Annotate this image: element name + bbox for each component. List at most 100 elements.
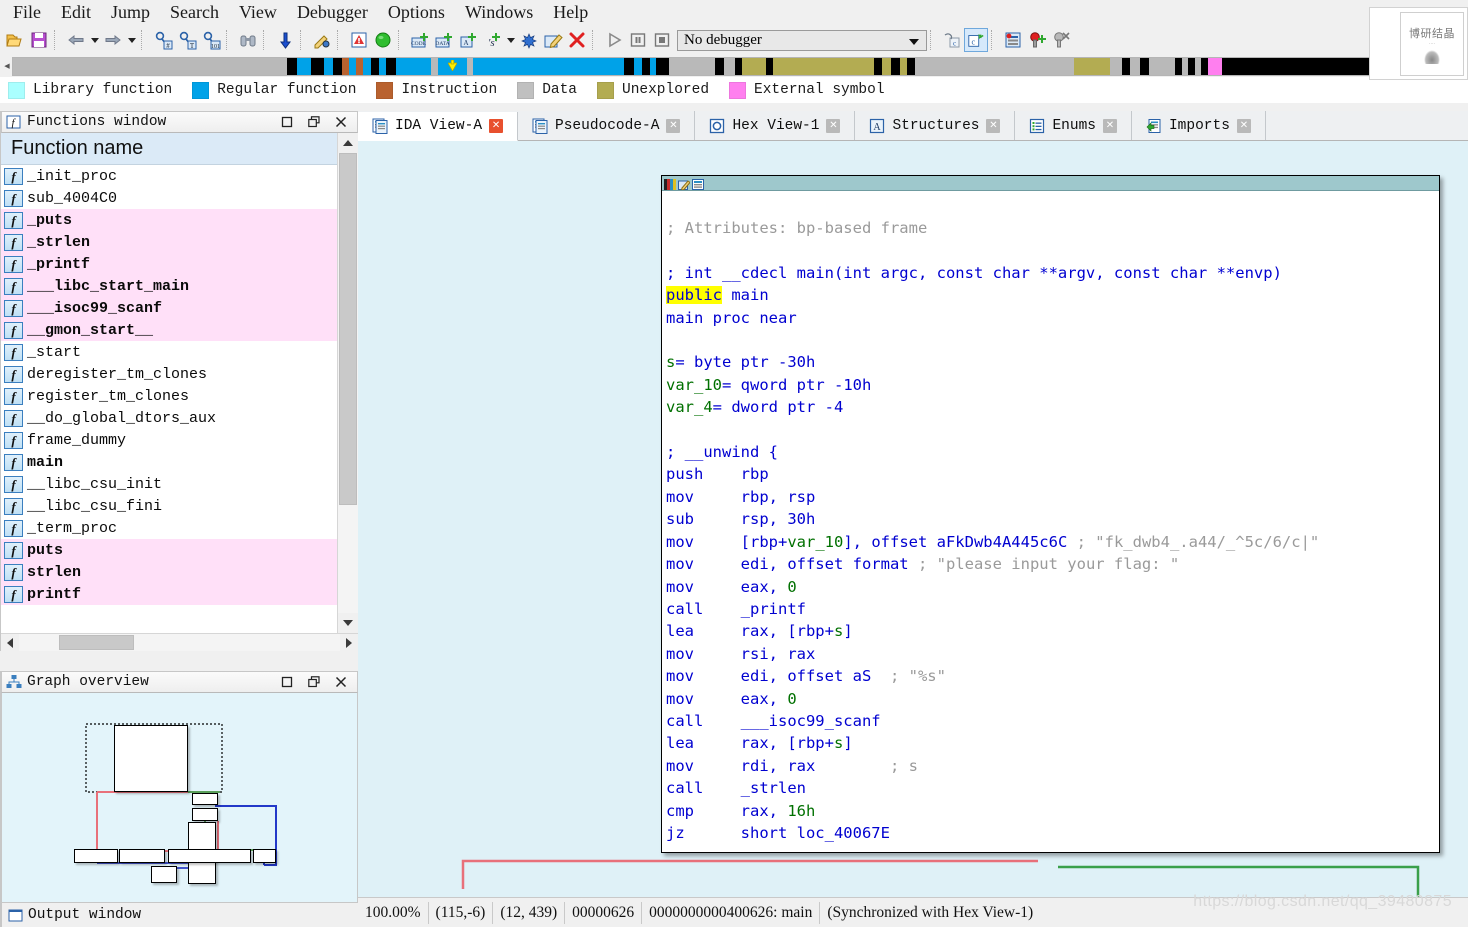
make-string-dropdown-icon[interactable]: [504, 28, 517, 52]
scroll-right-icon[interactable]: [340, 634, 358, 651]
back-nav-dropdown-icon[interactable]: [88, 28, 101, 52]
debug-stop-icon[interactable]: [650, 28, 674, 52]
search-hash-icon[interactable]: #: [151, 28, 175, 52]
binoculars-icon[interactable]: [236, 28, 260, 52]
disassembly-line[interactable]: sub rsp, 30h: [666, 508, 1433, 530]
function-list-item[interactable]: f deregister_tm_clones: [1, 363, 337, 385]
restore-icon[interactable]: [307, 116, 320, 129]
function-list-item[interactable]: f _puts: [1, 209, 337, 231]
functions-horizontal-scrollbar[interactable]: [1, 633, 358, 651]
tab-structures[interactable]: A Structures ✕: [855, 111, 1016, 140]
disassembly-line[interactable]: ; __unwind {: [666, 441, 1433, 463]
functions-scroll-track[interactable]: [338, 153, 358, 613]
function-list-item[interactable]: f __gmon_start__: [1, 319, 337, 341]
disassembly-line[interactable]: lea rax, [rbp+s]: [666, 732, 1433, 754]
close-icon[interactable]: ✕: [986, 118, 1001, 133]
function-list-item[interactable]: f _strlen: [1, 231, 337, 253]
disassembly-line[interactable]: mov eax, 0: [666, 576, 1433, 598]
functions-hscroll-thumb[interactable]: [59, 635, 134, 650]
search-text-icon[interactable]: T: [175, 28, 199, 52]
make-data-icon[interactable]: DATA: [432, 28, 456, 52]
tab-pseudocode-a[interactable]: Pseudocode-A ✕: [518, 111, 696, 140]
disassembly-line[interactable]: [666, 329, 1433, 351]
disassembly-line[interactable]: [666, 419, 1433, 441]
back-nav-icon[interactable]: [64, 28, 88, 52]
disassembly-line[interactable]: ; Attributes: bp-based frame: [666, 217, 1433, 239]
edit-node-icon[interactable]: [678, 178, 691, 191]
green-circle-icon[interactable]: [371, 28, 395, 52]
close-icon[interactable]: ✕: [666, 118, 681, 133]
maximize-icon[interactable]: [280, 116, 293, 129]
function-list-item[interactable]: f ___libc_start_main: [1, 275, 337, 297]
close-icon[interactable]: [334, 676, 347, 689]
tab-enums[interactable]: Enums ✕: [1015, 111, 1132, 140]
close-icon[interactable]: ✕: [1102, 118, 1117, 133]
breakpoint-list-icon[interactable]: [1001, 28, 1025, 52]
function-list-item[interactable]: f _printf: [1, 253, 337, 275]
navband-scroll-left[interactable]: ◀: [2, 57, 12, 75]
function-list-item[interactable]: f _term_proc: [1, 517, 337, 539]
function-list-item[interactable]: f frame_dummy: [1, 429, 337, 451]
close-icon[interactable]: ✕: [1236, 118, 1251, 133]
navigation-band[interactable]: [12, 56, 1456, 76]
menu-item-view[interactable]: View: [230, 0, 286, 25]
menu-item-windows[interactable]: Windows: [456, 0, 542, 25]
maximize-icon[interactable]: [280, 676, 293, 689]
color-palette-icon[interactable]: [664, 178, 676, 190]
step-into-source-icon[interactable]: c: [964, 28, 988, 52]
functions-hscroll-track[interactable]: [19, 634, 340, 651]
disassembly-line[interactable]: s= byte ptr -30h: [666, 351, 1433, 373]
disassembly-line[interactable]: jz short loc_40067E: [666, 822, 1433, 844]
ida-view-a-panel[interactable]: ; Attributes: bp-based frame ; int __cde…: [358, 141, 1468, 897]
scroll-down-icon[interactable]: [338, 613, 358, 633]
graph-node[interactable]: [74, 849, 118, 863]
menu-item-file[interactable]: File: [4, 0, 50, 25]
make-string-icon[interactable]: 's': [480, 28, 504, 52]
function-list-item[interactable]: f register_tm_clones: [1, 385, 337, 407]
disassembly-line[interactable]: mov edi, offset format ; "please input y…: [666, 553, 1433, 575]
jump-down-arrow-icon[interactable]: [273, 28, 297, 52]
scroll-up-icon[interactable]: [338, 133, 358, 153]
step-over-source-icon[interactable]: c: [940, 28, 964, 52]
disassembly-line[interactable]: push rbp: [666, 463, 1433, 485]
function-list-item[interactable]: f _start: [1, 341, 337, 363]
graph-node[interactable]: [119, 849, 165, 863]
disassembly-line[interactable]: mov rbp, rsp: [666, 486, 1433, 508]
debugger-select[interactable]: No debugger: [677, 29, 927, 51]
disassembly-line[interactable]: call _strlen: [666, 777, 1433, 799]
close-icon[interactable]: ✕: [826, 118, 841, 133]
tab-ida-view-a[interactable]: IDA View-A ✕: [358, 112, 519, 141]
rename-icon[interactable]: [541, 28, 565, 52]
delete-red-x-icon[interactable]: [565, 28, 589, 52]
tab-imports[interactable]: Imports ✕: [1131, 111, 1266, 140]
menu-item-jump[interactable]: Jump: [102, 0, 159, 25]
function-list-item[interactable]: f strlen: [1, 561, 337, 583]
save-file-icon[interactable]: [27, 28, 51, 52]
disassembly-line[interactable]: main proc near: [666, 307, 1433, 329]
disassembly-line[interactable]: var_10= qword ptr -10h: [666, 374, 1433, 396]
disassembly-line[interactable]: call ___isoc99_scanf: [666, 710, 1433, 732]
disassembly-line[interactable]: cmp rax, 16h: [666, 800, 1433, 822]
graph-overview-canvas[interactable]: [1, 693, 358, 903]
disassembly-line[interactable]: mov eax, 0: [666, 688, 1433, 710]
menu-item-edit[interactable]: Edit: [52, 0, 100, 25]
disassembly-line[interactable]: [666, 239, 1433, 261]
close-icon[interactable]: [334, 116, 347, 129]
disassembly-line[interactable]: mov [rbp+var_10], offset aFkDwb4A445c6C …: [666, 531, 1433, 553]
function-list-item[interactable]: f ___isoc99_scanf: [1, 297, 337, 319]
function-list-item[interactable]: f __libc_csu_init: [1, 473, 337, 495]
function-list-item[interactable]: f printf: [1, 583, 337, 605]
disassembly-line[interactable]: mov rsi, rax: [666, 643, 1433, 665]
open-file-icon[interactable]: [3, 28, 27, 52]
tab-hex-view-1[interactable]: Hex View-1 ✕: [695, 111, 856, 140]
search-binary-icon[interactable]: 101: [199, 28, 223, 52]
graph-node-main[interactable]: ; Attributes: bp-based frame ; int __cde…: [661, 175, 1440, 854]
menu-item-options[interactable]: Options: [379, 0, 454, 25]
warning-triangle-icon[interactable]: [347, 28, 371, 52]
graph-node-icon[interactable]: [692, 178, 704, 190]
graph-node[interactable]: [168, 849, 251, 863]
undefine-icon[interactable]: [517, 28, 541, 52]
panel-splitter[interactable]: [0, 651, 358, 671]
key-edit-icon[interactable]: [310, 28, 334, 52]
function-name-column-header[interactable]: Function name: [1, 133, 337, 165]
